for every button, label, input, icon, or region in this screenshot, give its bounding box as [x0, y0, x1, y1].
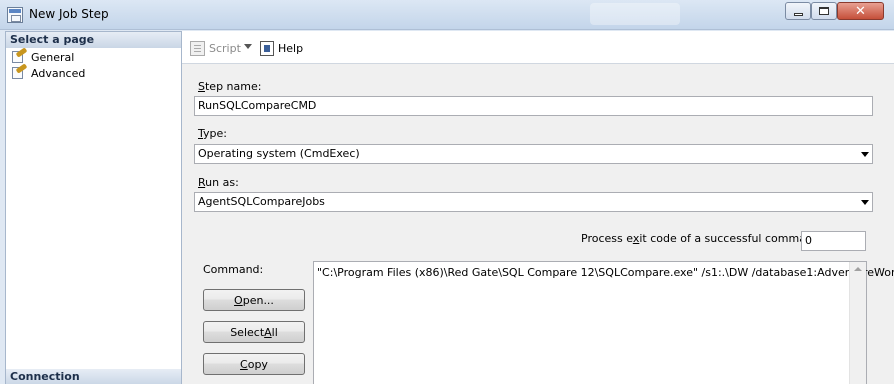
- command-textarea[interactable]: "C:\Program Files (x86)\Red Gate\SQL Com…: [313, 261, 894, 384]
- maximize-button[interactable]: [811, 2, 837, 20]
- command-label: Command:: [203, 263, 264, 276]
- command-scrollbar[interactable]: [849, 262, 866, 384]
- content-panel: Script Help Step name: RunSQLCompareCMD …: [182, 31, 894, 384]
- script-icon: [190, 40, 205, 56]
- minimize-button[interactable]: [785, 2, 811, 20]
- toolbar: Script Help: [182, 31, 894, 63]
- step-name-label: Step name:: [198, 80, 262, 93]
- window-title: New Job Step: [29, 7, 109, 21]
- help-label: Help: [278, 41, 304, 55]
- type-label: Type:: [198, 127, 227, 140]
- chevron-down-icon: [861, 200, 869, 205]
- open-button[interactable]: Open...: [203, 289, 305, 311]
- page-item-advanced[interactable]: Advanced: [11, 63, 86, 81]
- page-settings-icon: [11, 47, 28, 64]
- help-icon: [260, 40, 274, 56]
- page-settings-icon: [11, 63, 28, 80]
- close-button[interactable]: ✕: [837, 2, 884, 20]
- page-selector-panel: Select a page General Advanced Connectio…: [5, 31, 182, 384]
- scroll-up-icon[interactable]: [854, 267, 862, 271]
- type-select-value: Operating system (CmdExec): [198, 147, 360, 160]
- run-as-select[interactable]: AgentSQLCompareJobs: [194, 192, 873, 212]
- help-button[interactable]: Help: [260, 39, 303, 57]
- connection-header: Connection: [6, 369, 181, 384]
- page-item-label: General: [31, 50, 75, 64]
- step-name-input[interactable]: RunSQLCompareCMD: [194, 96, 873, 116]
- select-all-button[interactable]: Select All: [203, 321, 305, 343]
- maximize-icon: [819, 7, 829, 15]
- chevron-down-icon: [861, 152, 869, 157]
- command-text: "C:\Program Files (x86)\Red Gate\SQL Com…: [317, 266, 894, 279]
- exit-code-label: Process exit code of a successful comman…: [581, 232, 824, 245]
- exit-code-input[interactable]: 0: [801, 231, 866, 251]
- type-select[interactable]: Operating system (CmdExec): [194, 144, 873, 164]
- title-bar-highlight: [590, 3, 680, 25]
- copy-button[interactable]: Copy: [203, 353, 305, 375]
- run-as-select-value: AgentSQLCompareJobs: [198, 195, 325, 208]
- run-as-label: Run as:: [198, 176, 239, 189]
- minimize-icon: [793, 12, 803, 16]
- page-item-label: Advanced: [31, 66, 86, 80]
- page-item-general[interactable]: General: [11, 47, 75, 65]
- script-label: Script: [209, 41, 241, 55]
- select-page-header: Select a page: [6, 32, 181, 48]
- title-bar: New Job Step ✕: [0, 0, 894, 30]
- app-icon: [7, 7, 23, 23]
- close-icon: ✕: [855, 3, 866, 19]
- script-dropdown-arrow[interactable]: [244, 44, 252, 49]
- script-button[interactable]: Script: [190, 39, 241, 57]
